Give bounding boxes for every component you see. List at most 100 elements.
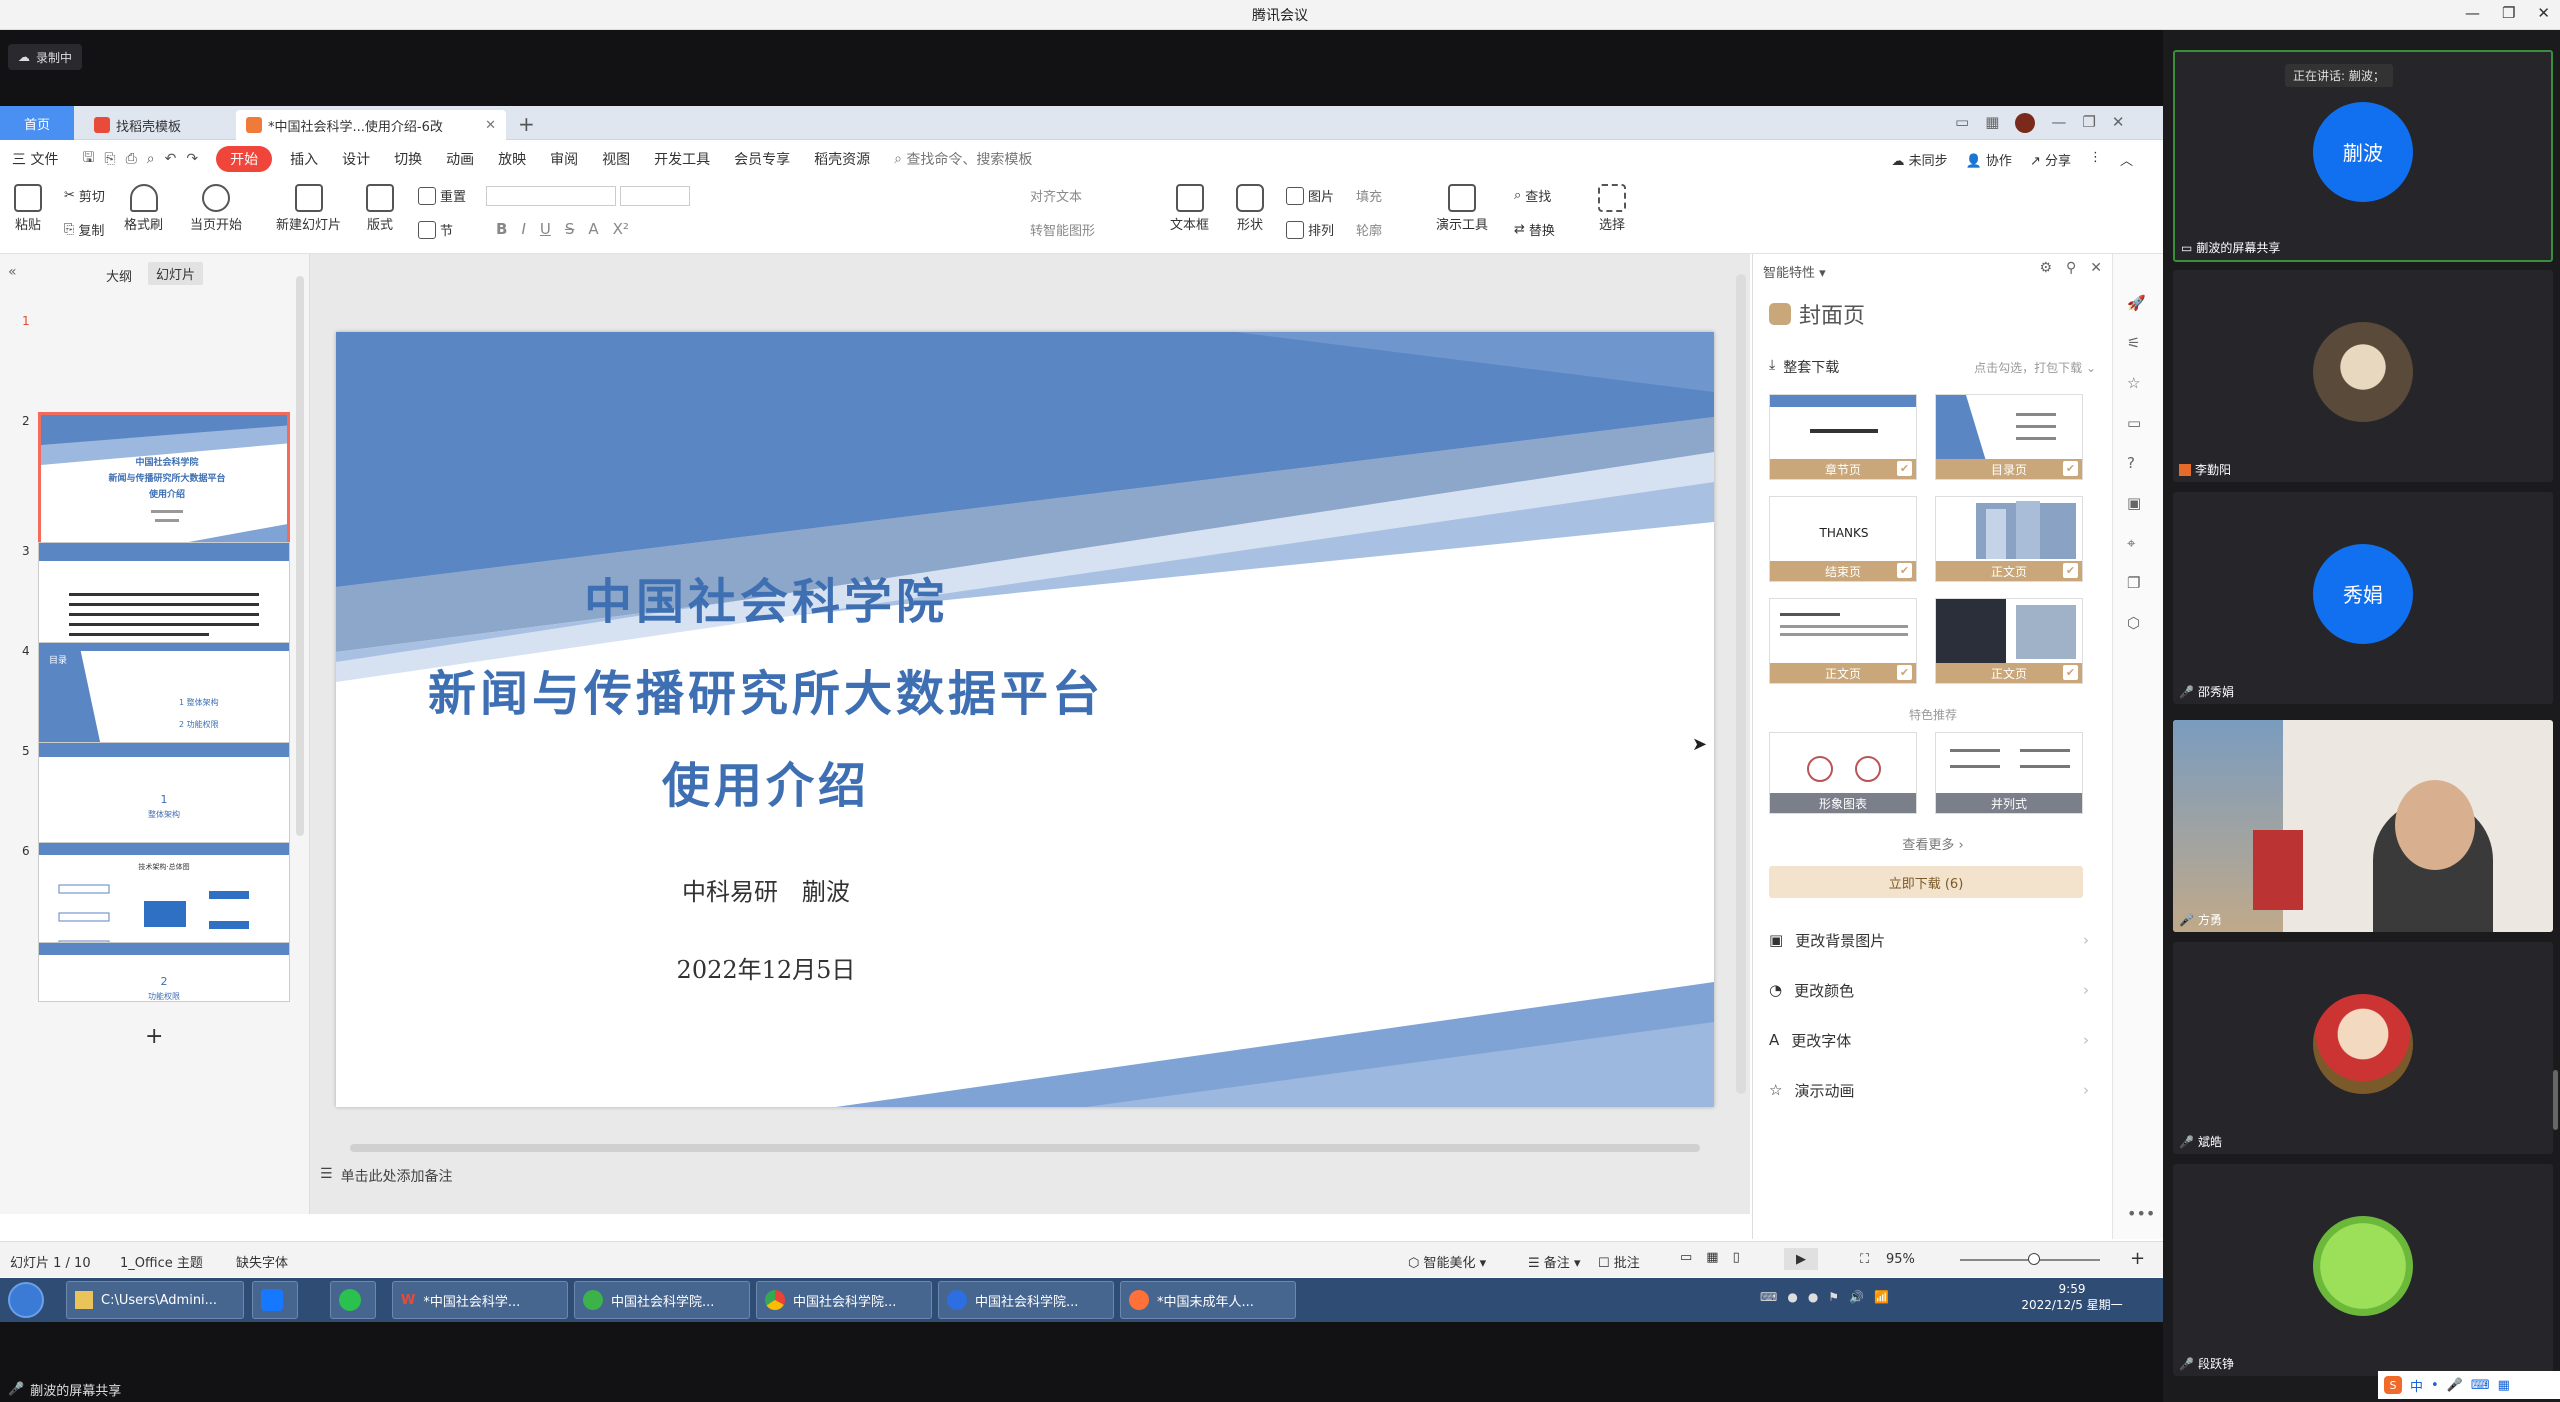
keyboard-icon[interactable]: ⌨ xyxy=(2471,1378,2490,1393)
picture-button[interactable]: 图片 xyxy=(1286,186,1334,205)
align-text-button[interactable]: 对齐文本 xyxy=(1030,186,1082,205)
slide-thumb-1[interactable]: 中国社会科学院 新闻与传播研究所大数据平台 使用介绍 xyxy=(38,412,290,555)
recording-badge[interactable]: ☁ 录制中 xyxy=(8,44,83,70)
menu-start[interactable]: 开始 xyxy=(216,146,273,172)
participant-tile[interactable]: 正在讲话: 蒯波； 蒯波 ▭ 蒯波的屏幕共享 xyxy=(2173,50,2553,262)
notes-area[interactable]: ☰ 单击此处添加备注 xyxy=(320,1166,453,1186)
check-icon[interactable]: ✔ xyxy=(1897,665,1912,680)
smartart-button[interactable]: 转智能图形 xyxy=(1030,220,1095,239)
tray-icon[interactable]: ● xyxy=(1787,1290,1797,1304)
ime-toolbar[interactable]: S 中 • 🎤 ⌨ ▦ xyxy=(2378,1371,2560,1399)
preview-icon[interactable]: ⌕ xyxy=(147,151,155,167)
check-icon[interactable]: ✔ xyxy=(2063,461,2078,476)
participant-tile[interactable]: 🎤 段跃铮 xyxy=(2173,1164,2553,1376)
animation-option[interactable]: ☆ 演示动画 › xyxy=(1769,1070,2089,1110)
new-slide-button[interactable]: 新建幻灯片 xyxy=(276,184,341,233)
font-color-icon[interactable]: A xyxy=(588,220,598,238)
check-icon[interactable]: ✔ xyxy=(2063,665,2078,680)
taskbar-sogou[interactable]: 中国社会科学院... xyxy=(938,1281,1114,1319)
command-search[interactable]: ⌕ 查找命令、搜索模板 xyxy=(882,146,1044,172)
participant-video-tile[interactable]: 🎤 方勇 xyxy=(2173,720,2553,932)
strike-icon[interactable]: S xyxy=(565,220,575,238)
see-more-link[interactable]: 查看更多 › xyxy=(1753,834,2113,853)
outline-button[interactable]: 轮廓 xyxy=(1356,220,1382,239)
underline-icon[interactable]: U xyxy=(540,220,551,238)
close-icon[interactable]: ✕ xyxy=(2537,4,2550,22)
zoom-thumb[interactable] xyxy=(2028,1253,2040,1265)
download-now-button[interactable]: 立即下载 (6) xyxy=(1769,866,2083,898)
tab-home[interactable]: 首页 xyxy=(0,106,74,140)
win-minimize-icon[interactable]: — xyxy=(2051,113,2066,133)
fit-icon[interactable]: ⛶ xyxy=(1860,1252,1869,1267)
collab-button[interactable]: 👤 协作 xyxy=(1966,150,2012,169)
tab-document[interactable]: *中国社会科学...使用介绍-6改 ✕ xyxy=(236,110,506,140)
italic-icon[interactable]: I xyxy=(521,220,525,238)
slideshow-icon[interactable]: ▭ xyxy=(2127,414,2146,432)
menu-review[interactable]: 审阅 xyxy=(538,146,590,172)
tray-icon[interactable]: ● xyxy=(1808,1290,1818,1304)
replace-button[interactable]: ⇄ 替换 xyxy=(1514,220,1555,239)
arrange-button[interactable]: 排列 xyxy=(1286,220,1334,239)
menu-developer[interactable]: 开发工具 xyxy=(642,146,722,172)
photo-icon[interactable]: ▣ xyxy=(2127,494,2146,512)
font-size-select[interactable] xyxy=(620,186,690,206)
shape-button[interactable]: 形状 xyxy=(1236,184,1264,233)
layout-icon[interactable]: ▭ xyxy=(1955,113,1969,133)
print-icon[interactable]: ⎙ xyxy=(126,151,137,167)
canvas-horizontal-scrollbar[interactable] xyxy=(350,1144,1700,1152)
collapse-pane-icon[interactable]: « xyxy=(8,264,17,280)
check-icon[interactable]: ✔ xyxy=(1897,461,1912,476)
taskbar-app[interactable] xyxy=(252,1281,298,1319)
menu-design[interactable]: 设计 xyxy=(330,146,382,172)
help-icon[interactable]: ? xyxy=(2127,454,2146,472)
menu-member[interactable]: 会员专享 xyxy=(722,146,802,172)
settings-icon[interactable]: ⚙ xyxy=(2039,260,2052,276)
template-card[interactable]: 正文页 ✔ xyxy=(1935,598,2083,684)
menu-animation[interactable]: 动画 xyxy=(434,146,486,172)
reading-view-icon[interactable]: ▯ xyxy=(1733,1250,1740,1265)
thumbnail-scrollbar[interactable] xyxy=(296,276,304,836)
panel-close-icon[interactable]: ✕ xyxy=(2090,260,2102,276)
box-icon[interactable]: ⬡ xyxy=(2127,614,2146,632)
layout-button[interactable]: 版式 xyxy=(366,184,394,233)
redo-icon[interactable]: ↷ xyxy=(186,151,198,167)
tab-close-icon[interactable]: ✕ xyxy=(485,118,496,133)
select-button[interactable]: 选择 xyxy=(1598,184,1626,233)
missing-font-button[interactable]: 缺失字体 xyxy=(236,1252,288,1271)
menu-slideshow[interactable]: 放映 xyxy=(486,146,538,172)
menu-file[interactable]: 三 文件 xyxy=(0,146,70,172)
featured-card[interactable]: 形象图表 xyxy=(1769,732,1917,814)
bold-icon[interactable]: B xyxy=(496,220,507,238)
template-card[interactable]: 章节页 ✔ xyxy=(1769,394,1917,480)
zoom-in-icon[interactable]: + xyxy=(2130,1248,2145,1269)
taskbar-browser-1[interactable]: 中国社会科学院... xyxy=(574,1281,750,1319)
rocket-icon[interactable]: 🚀 xyxy=(2127,294,2146,312)
volume-icon[interactable]: 🔊 xyxy=(1849,1290,1864,1304)
check-icon[interactable]: ✔ xyxy=(2063,563,2078,578)
fill-button[interactable]: 填充 xyxy=(1356,186,1382,205)
menu-transition[interactable]: 切换 xyxy=(382,146,434,172)
copy-button[interactable]: ⎘ 复制 xyxy=(64,220,104,239)
sliders-icon[interactable]: ⚟ xyxy=(2127,334,2146,352)
slides-tab[interactable]: 幻灯片 xyxy=(148,262,204,285)
bundle-download[interactable]: ⤓ 整套下载 xyxy=(1769,357,1839,377)
participant-tile[interactable]: 🎤 斌皓 xyxy=(2173,942,2553,1154)
find-button[interactable]: ⌕ 查找 xyxy=(1514,186,1551,205)
superscript-icon[interactable]: X² xyxy=(613,220,629,238)
comment-button[interactable]: ☐ 批注 xyxy=(1598,1252,1640,1271)
sync-button[interactable]: ☁ 未同步 xyxy=(1891,150,1947,169)
play-slideshow-button[interactable]: ▶ xyxy=(1784,1248,1818,1270)
toolbox-icon[interactable]: ▦ xyxy=(2498,1378,2510,1393)
featured-card[interactable]: 并列式 xyxy=(1935,732,2083,814)
format-painter-button[interactable]: 格式刷 xyxy=(124,184,163,233)
keyboard-icon[interactable]: ⌨ xyxy=(1760,1290,1777,1304)
add-slide-icon[interactable]: + xyxy=(145,1024,163,1049)
more-icon[interactable]: ••• xyxy=(2127,1204,2155,1223)
beautify-button[interactable]: ⬡ 智能美化 ▾ xyxy=(1408,1252,1486,1271)
more-icon[interactable]: ⋮ xyxy=(2089,150,2102,169)
outline-tab[interactable]: 大纲 xyxy=(106,266,132,285)
reset-button[interactable]: 重置 xyxy=(418,186,466,205)
text-box-button[interactable]: 文本框 xyxy=(1170,184,1209,233)
star-icon[interactable]: ☆ xyxy=(2127,374,2146,392)
change-color-option[interactable]: ◔ 更改颜色 › xyxy=(1769,970,2089,1010)
